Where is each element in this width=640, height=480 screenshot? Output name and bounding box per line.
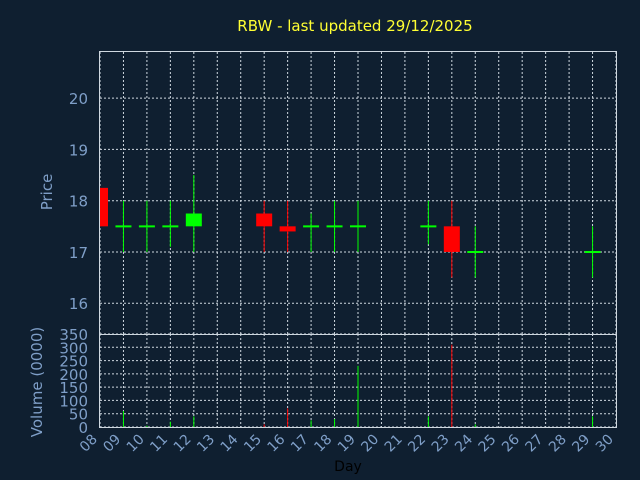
price-grid — [99, 52, 617, 334]
x-tick-label: 11 — [147, 432, 171, 456]
x-tick-label: 13 — [194, 432, 218, 456]
x-tick-label: 24 — [452, 431, 476, 455]
x-tick-label: 16 — [265, 431, 289, 455]
x-ticks: 08 09 10 11 12 13 14 15 16 17 18 19 20 21 22 23 24 25 26 27… — [77, 431, 617, 455]
x-tick-label: 30 — [593, 432, 617, 456]
x-tick-label: 27 — [523, 432, 547, 456]
price-tick-label: 17 — [69, 244, 88, 262]
volume-tick-label: 350 — [59, 326, 88, 344]
price-candles — [99, 175, 601, 278]
x-tick-label: 28 — [546, 432, 570, 456]
candle-body — [256, 213, 273, 227]
x-tick-label: 14 — [218, 431, 242, 455]
x-tick-label: 19 — [335, 432, 359, 456]
x-tick-label: 17 — [288, 432, 312, 456]
candle-body — [443, 226, 460, 252]
x-tick-label: 20 — [358, 432, 382, 456]
x-tick-label: 10 — [124, 432, 148, 456]
price-tick-label: 19 — [69, 141, 88, 159]
x-tick-label: 18 — [311, 432, 335, 456]
volume-axis-label: Volume (0000) — [28, 327, 46, 437]
candle-body — [279, 226, 296, 232]
price-tick-label: 20 — [69, 90, 88, 108]
x-tick-label: 23 — [429, 432, 453, 456]
x-tick-label: 26 — [499, 431, 523, 455]
x-tick-label: 15 — [241, 432, 265, 456]
price-axis-label: Price — [38, 174, 56, 211]
price-y-ticks: 16 17 18 19 20 — [69, 90, 88, 313]
x-tick-label: 21 — [382, 432, 406, 456]
chart-title: RBW - last updated 29/12/2025 — [237, 17, 472, 35]
price-tick-label: 16 — [69, 295, 88, 313]
x-tick-label: 09 — [100, 432, 124, 456]
x-tick-label: 12 — [171, 432, 195, 456]
x-tick-label: 22 — [405, 432, 429, 456]
x-axis-label: Day — [334, 459, 362, 475]
price-tick-label: 18 — [69, 193, 88, 211]
volume-y-ticks: 050100150200250300350 — [59, 326, 88, 437]
candle-body — [185, 213, 202, 227]
x-tick-label: 25 — [476, 432, 500, 456]
candle-body — [100, 187, 108, 227]
candlestick-chart: RBW - last updated 29/12/2025 1617181920… — [28, 17, 617, 475]
x-tick-label: 29 — [569, 432, 593, 456]
